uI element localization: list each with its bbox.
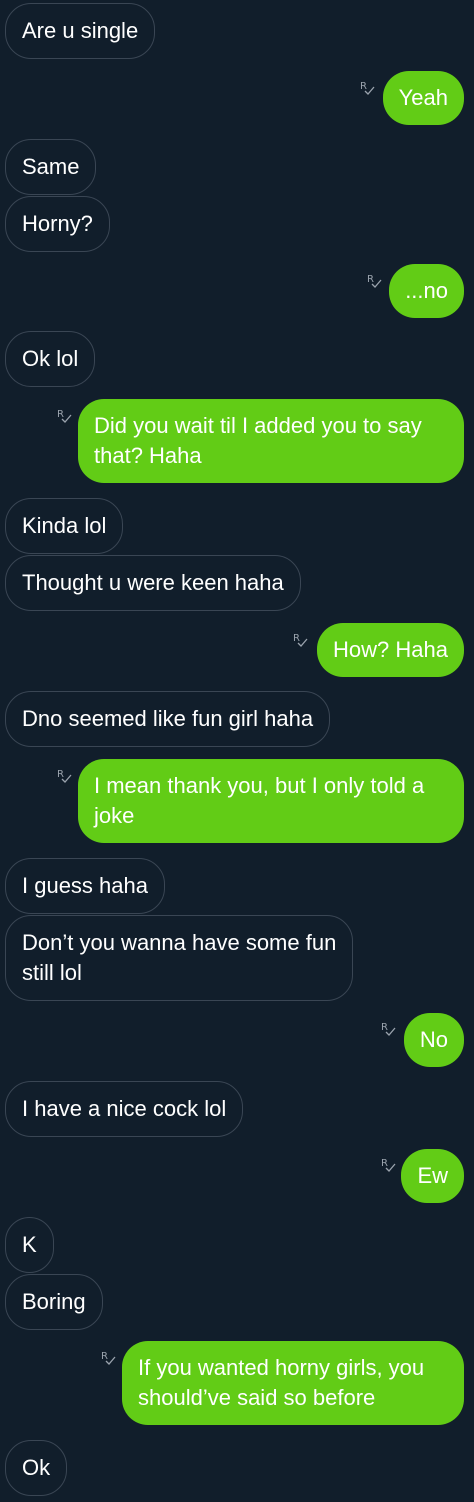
message-outgoing[interactable]: I mean thank you, but I only told a joke xyxy=(78,759,464,843)
message-incoming[interactable]: I guess haha xyxy=(5,858,165,914)
read-receipt-icon: R xyxy=(360,80,378,98)
message-outgoing[interactable]: If you wanted horny girls, you should’ve… xyxy=(122,1341,464,1425)
read-receipt-label: R xyxy=(367,274,374,285)
read-receipt-icon: R xyxy=(57,768,75,786)
message-outgoing[interactable]: How? Haha xyxy=(317,623,464,677)
message-incoming[interactable]: Don’t you wanna have some fun still lol xyxy=(5,915,354,1001)
read-receipt-label: R xyxy=(57,409,64,420)
message-incoming[interactable]: Thought u were keen haha xyxy=(5,555,301,611)
message-outgoing[interactable]: Ew xyxy=(401,1149,464,1203)
read-receipt-icon: R xyxy=(57,408,75,426)
message-incoming[interactable]: Are u single xyxy=(5,3,156,59)
message-incoming[interactable]: Ok xyxy=(5,1440,68,1496)
message-outgoing[interactable]: Did you wait til I added you to say that… xyxy=(78,399,464,483)
message-outgoing[interactable]: Yeah xyxy=(382,71,464,125)
message-outgoing[interactable]: ...no xyxy=(389,264,464,318)
message-incoming[interactable]: Horny? xyxy=(5,196,110,252)
message-incoming[interactable]: I have a nice cock lol xyxy=(5,1081,244,1137)
read-receipt-icon: R xyxy=(381,1157,399,1175)
read-receipt-label: R xyxy=(57,769,64,780)
read-receipt-icon: R xyxy=(293,632,311,650)
message-incoming[interactable]: Ok lol xyxy=(5,331,96,387)
read-receipt-label: R xyxy=(360,81,367,92)
read-receipt-label: R xyxy=(381,1022,388,1033)
message-thread: Are u single R Yeah Same Horny? R ...no … xyxy=(0,0,474,1502)
message-incoming[interactable]: Same xyxy=(5,139,97,195)
message-incoming[interactable]: Kinda lol xyxy=(5,498,124,554)
read-receipt-label: R xyxy=(101,1351,108,1362)
message-incoming[interactable]: Boring xyxy=(5,1274,103,1330)
read-receipt-label: R xyxy=(293,633,300,644)
message-incoming[interactable]: Dno seemed like fun girl haha xyxy=(5,691,331,747)
read-receipt-icon: R xyxy=(381,1021,399,1039)
read-receipt-icon: R xyxy=(101,1350,119,1368)
read-receipt-label: R xyxy=(381,1158,388,1169)
message-outgoing[interactable]: No xyxy=(403,1013,464,1067)
message-incoming[interactable]: K xyxy=(5,1217,54,1273)
read-receipt-icon: R xyxy=(367,273,385,291)
